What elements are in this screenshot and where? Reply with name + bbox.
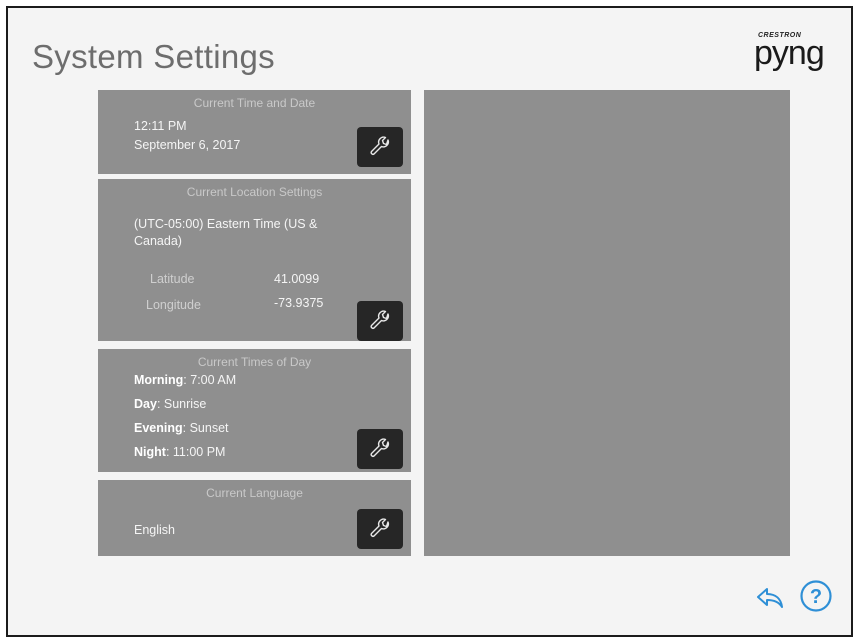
wrench-icon	[370, 518, 390, 537]
day-value: Sunrise	[163, 397, 207, 411]
detail-panel	[424, 90, 790, 556]
back-button[interactable]	[754, 581, 786, 613]
time-date-card: Current Time and Date 12:11 PM September…	[98, 90, 411, 174]
time-of-day-night: Night: 11:00 PM	[134, 444, 225, 461]
evening-value: Sunset	[189, 421, 229, 435]
times-of-day-card: Current Times of Day Morning: 7:00 AM Da…	[98, 349, 411, 472]
page-title: System Settings	[32, 38, 275, 75]
language-card: Current Language English	[98, 480, 411, 556]
evening-label: Evening	[134, 421, 183, 435]
language-card-title: Current Language	[206, 486, 303, 500]
edit-location-button[interactable]	[357, 301, 403, 341]
evening-sep: :	[182, 421, 190, 435]
app-frame: System Settings CRESTRON pyng Current Ti…	[6, 6, 853, 637]
time-date-card-title: Current Time and Date	[193, 96, 316, 110]
edit-language-button[interactable]	[357, 509, 403, 549]
longitude-value: -73.9375	[274, 296, 324, 310]
time-of-day-day: Day: Sunrise	[134, 396, 206, 413]
crestron-pyng-logo: CRESTRON pyng	[750, 32, 848, 76]
current-date: September 6, 2017	[134, 138, 241, 152]
times-of-day-card-title: Current Times of Day	[197, 355, 312, 369]
help-icon: ?	[800, 580, 832, 612]
current-time: 12:11 PM	[134, 119, 187, 133]
wrench-icon	[370, 310, 390, 329]
timezone-text: (UTC-05:00) Eastern Time (US & Canada)	[134, 217, 318, 248]
location-card-title: Current Location Settings	[186, 185, 323, 199]
night-label: Night	[134, 445, 166, 459]
latitude-value: 41.0099	[274, 272, 320, 286]
time-of-day-morning: Morning: 7:00 AM	[134, 372, 236, 389]
wrench-icon	[370, 438, 390, 457]
wrench-icon	[370, 136, 390, 155]
morning-label: Morning	[134, 373, 184, 387]
current-language: English	[134, 523, 175, 537]
edit-time-date-button[interactable]	[357, 127, 403, 167]
help-glyph: ?	[810, 586, 822, 608]
time-of-day-evening: Evening: Sunset	[134, 420, 229, 437]
night-sep: :	[165, 445, 173, 459]
morning-value: 7:00 AM	[190, 373, 237, 387]
day-label: Day	[134, 397, 157, 411]
longitude-label: Longitude	[146, 298, 201, 312]
back-arrow-icon	[757, 588, 783, 608]
latitude-label: Latitude	[150, 272, 195, 286]
day-sep: :	[156, 397, 164, 411]
edit-times-of-day-button[interactable]	[357, 429, 403, 469]
night-value: 11:00 PM	[172, 445, 226, 459]
logo-brand-big: pyng	[754, 34, 825, 72]
location-card: Current Location Settings (UTC-05:00) Ea…	[98, 179, 411, 341]
help-button[interactable]: ?	[799, 579, 833, 613]
